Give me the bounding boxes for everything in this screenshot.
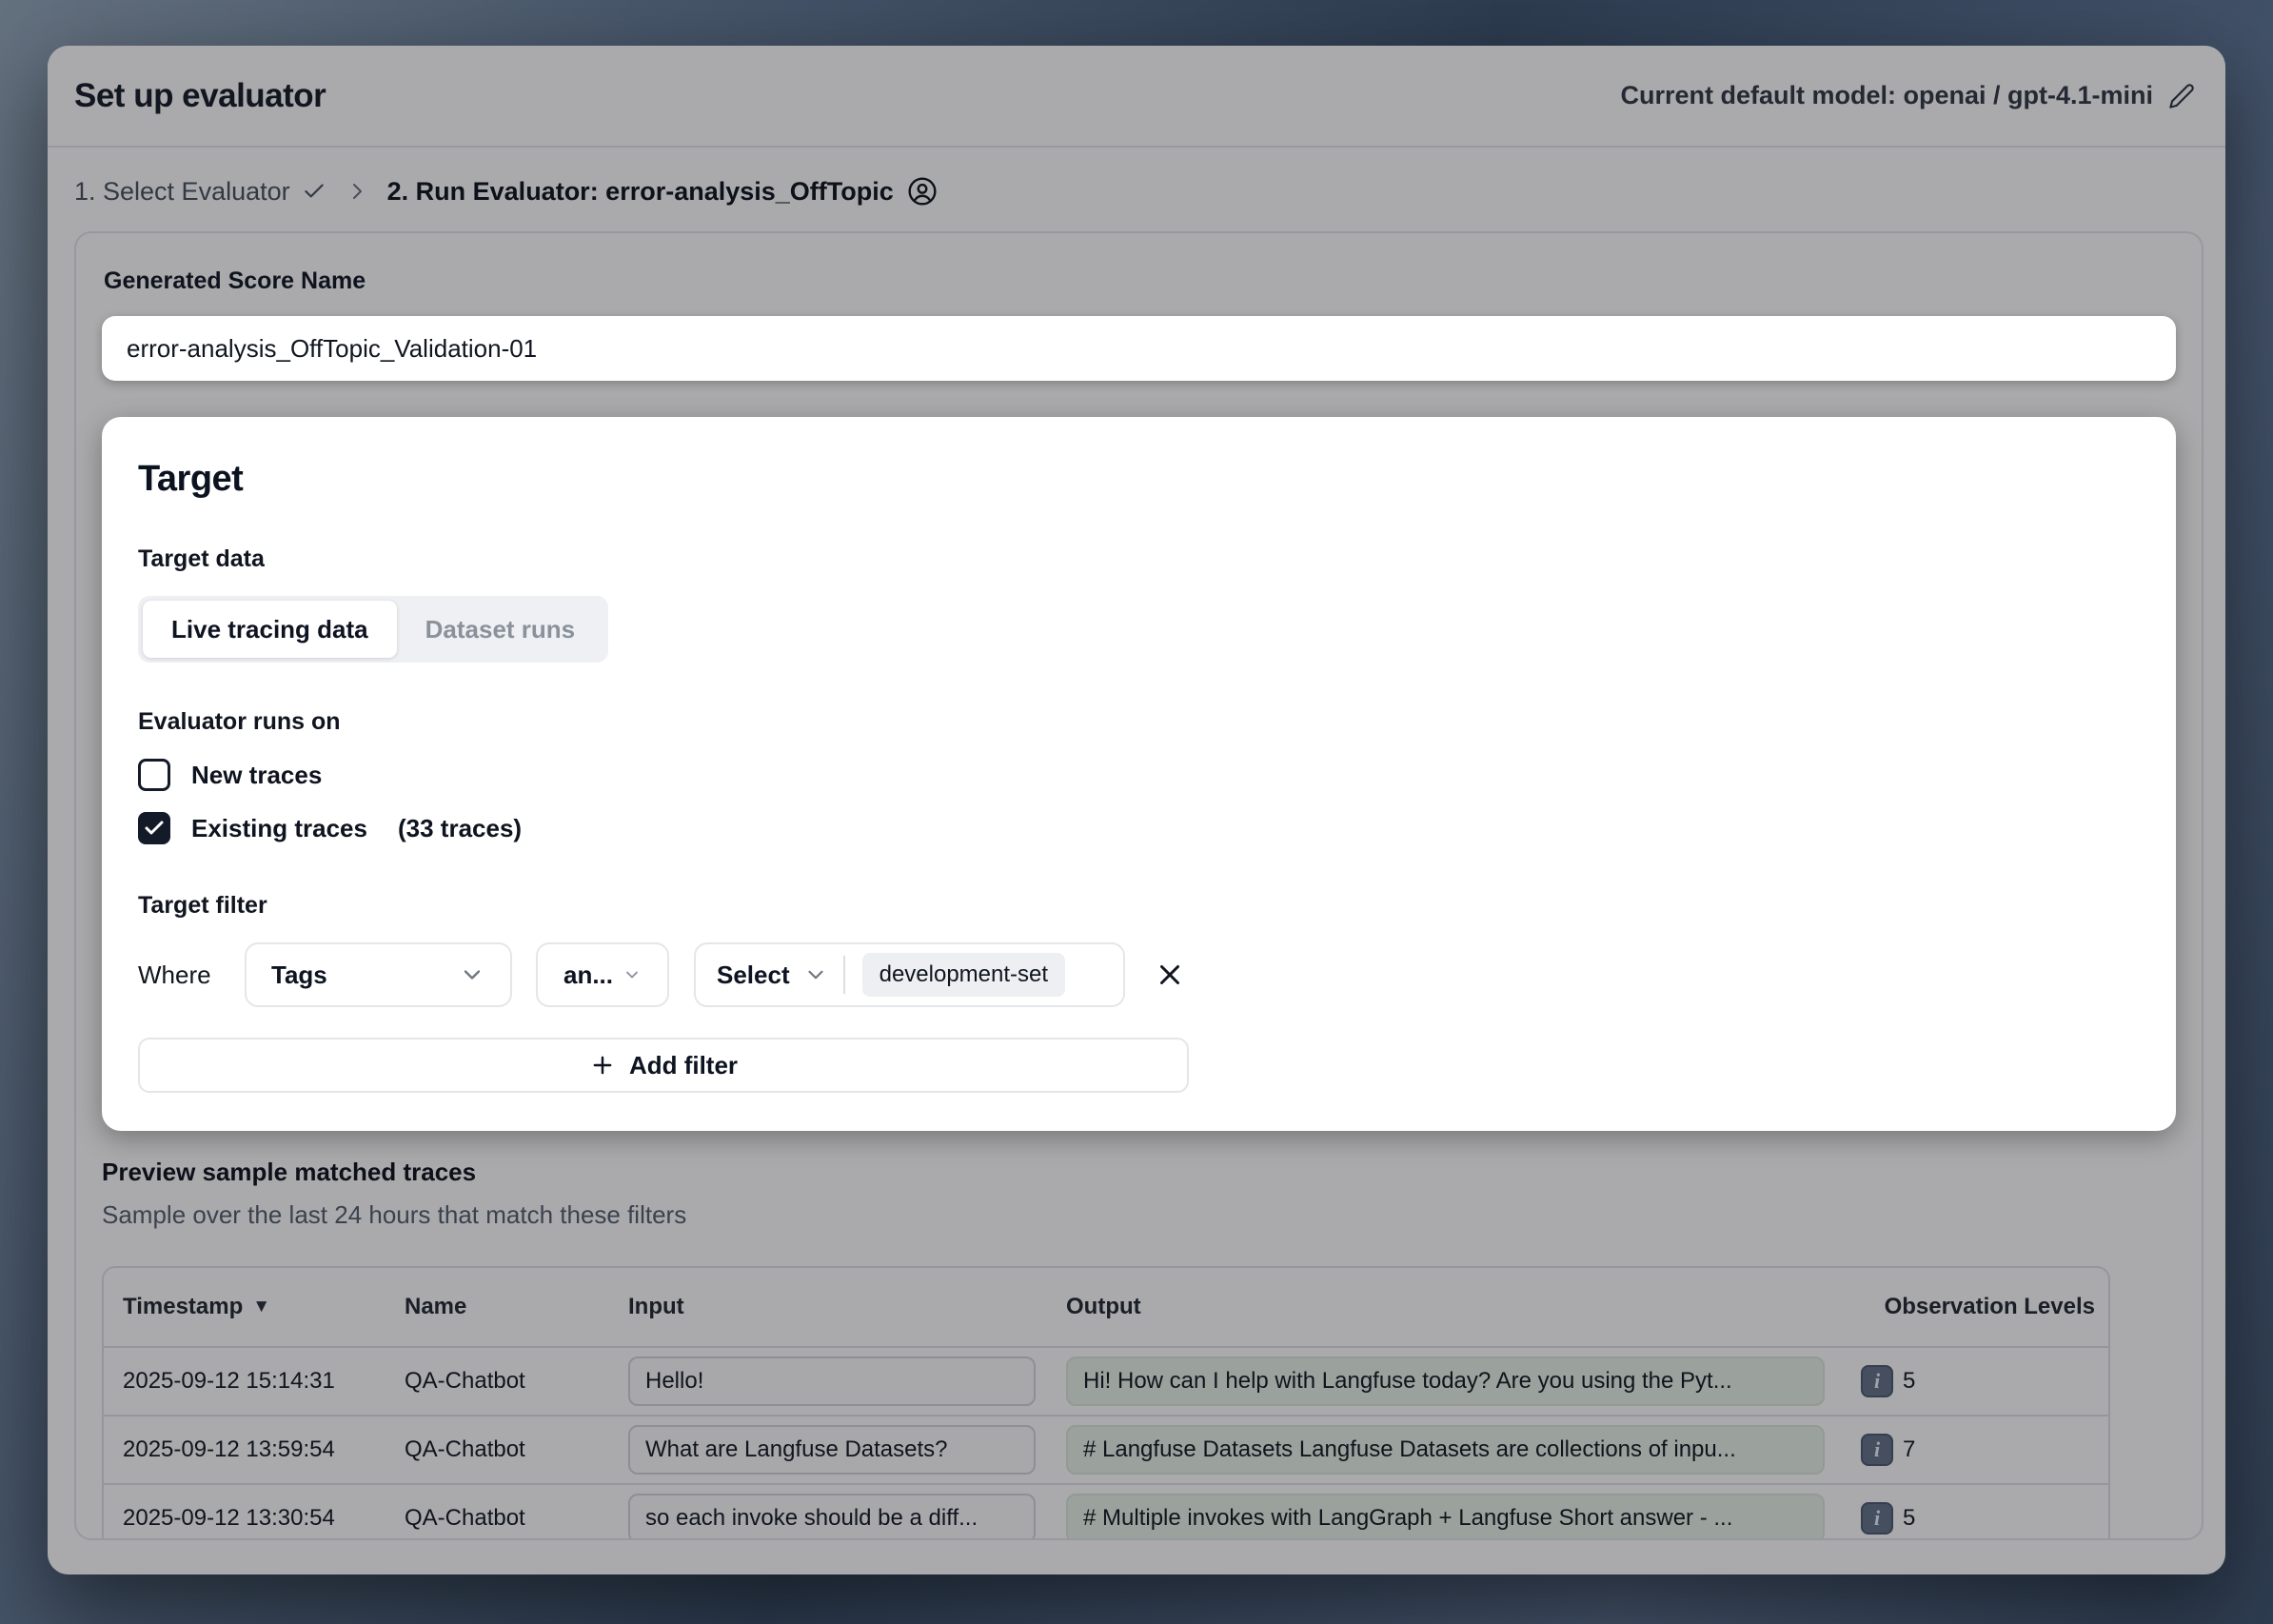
setup-evaluator-dialog: Set up evaluator Current default model: …	[48, 46, 2225, 1574]
cell-input: Hello!	[628, 1357, 1066, 1406]
cell-output: Hi! How can I help with Langfuse today? …	[1066, 1357, 1842, 1406]
filter-row: Where Tags an... Select	[138, 942, 2138, 1007]
target-card: Target Target data Live tracing data Dat…	[102, 417, 2176, 1131]
cell-input: What are Langfuse Datasets?	[628, 1425, 1066, 1475]
column-header-observation-levels[interactable]: Observation Levels	[1842, 1294, 2106, 1320]
chevron-down-icon	[803, 962, 828, 987]
cell-observation-levels: i 7	[1842, 1434, 2106, 1466]
input-preview-chip: What are Langfuse Datasets?	[628, 1425, 1036, 1475]
breadcrumb-step-2-label: 2. Run Evaluator: error-analysis_OffTopi…	[387, 177, 894, 207]
output-preview-chip: # Multiple invokes with LangGraph + Lang…	[1066, 1494, 1825, 1540]
input-preview-chip: so each invoke should be a diff...	[628, 1494, 1036, 1540]
cell-name: QA-Chatbot	[405, 1368, 628, 1395]
checkmark-icon	[143, 817, 166, 840]
divider	[843, 956, 845, 994]
table-header-row: Timestamp ▼ Name Input Output Observatio…	[104, 1268, 2108, 1348]
input-preview-chip: Hello!	[628, 1357, 1036, 1406]
dialog-title: Set up evaluator	[74, 77, 326, 115]
sort-descending-icon: ▼	[252, 1297, 270, 1317]
tab-live-tracing-data[interactable]: Live tracing data	[143, 601, 397, 658]
chevron-down-icon	[623, 965, 642, 984]
table-row[interactable]: 2025-09-12 13:30:54 QA-Chatbot so each i…	[104, 1485, 2108, 1540]
tab-dataset-runs[interactable]: Dataset runs	[397, 601, 604, 658]
cell-name: QA-Chatbot	[405, 1436, 628, 1463]
output-preview-chip: # Langfuse Datasets Langfuse Datasets ar…	[1066, 1425, 1825, 1475]
cell-name: QA-Chatbot	[405, 1505, 628, 1532]
where-label: Where	[138, 961, 245, 990]
close-x-icon	[1154, 959, 1186, 991]
info-level-badge-icon: i	[1861, 1434, 1893, 1466]
cell-input: so each invoke should be a diff...	[628, 1494, 1066, 1540]
add-filter-label: Add filter	[629, 1051, 738, 1080]
observation-count: 5	[1903, 1368, 1915, 1395]
target-filter-label: Target filter	[138, 892, 2138, 920]
option-new-traces: New traces	[138, 759, 2138, 791]
column-header-timestamp[interactable]: Timestamp ▼	[104, 1294, 405, 1320]
target-data-tabs: Live tracing data Dataset runs	[138, 596, 608, 663]
breadcrumb-step-1[interactable]: 1. Select Evaluator	[74, 177, 326, 207]
column-header-output[interactable]: Output	[1066, 1294, 1842, 1320]
cell-timestamp: 2025-09-12 13:30:54	[104, 1505, 405, 1532]
breadcrumb-step-2[interactable]: 2. Run Evaluator: error-analysis_OffTopi…	[387, 176, 938, 207]
preview-subtitle: Sample over the last 24 hours that match…	[102, 1200, 2176, 1230]
new-traces-label: New traces	[191, 761, 322, 790]
user-circle-icon	[907, 176, 938, 207]
filter-column-value: Tags	[271, 961, 327, 990]
column-header-input[interactable]: Input	[628, 1294, 1066, 1320]
table-row[interactable]: 2025-09-12 13:59:54 QA-Chatbot What are …	[104, 1416, 2108, 1485]
check-icon	[302, 179, 326, 204]
target-title: Target	[138, 459, 2138, 500]
default-model-info: Current default model: openai / gpt-4.1-…	[1620, 81, 2195, 110]
filter-column-dropdown[interactable]: Tags	[245, 942, 512, 1007]
observation-count: 5	[1903, 1505, 1915, 1532]
preview-title: Preview sample matched traces	[102, 1158, 2176, 1187]
existing-traces-label: Existing traces	[191, 814, 367, 843]
default-model-text: Current default model: openai / gpt-4.1-…	[1620, 81, 2153, 110]
cell-observation-levels: i 5	[1842, 1502, 2106, 1535]
output-preview-chip: Hi! How can I help with Langfuse today? …	[1066, 1357, 1825, 1406]
existing-traces-count: (33 traces)	[398, 814, 522, 843]
chevron-down-icon	[459, 961, 485, 988]
filter-operator-dropdown[interactable]: an...	[536, 942, 669, 1007]
cell-output: # Multiple invokes with LangGraph + Lang…	[1066, 1494, 1842, 1540]
filter-operator-value: an...	[563, 961, 613, 990]
generated-score-name-label: Generated Score Name	[104, 267, 2176, 295]
cell-observation-levels: i 5	[1842, 1365, 2106, 1397]
chevron-right-icon	[346, 180, 368, 203]
table-row[interactable]: 2025-09-12 15:14:31 QA-Chatbot Hello! Hi…	[104, 1348, 2108, 1416]
filter-value-placeholder: Select	[717, 961, 790, 990]
plus-icon	[589, 1052, 616, 1079]
target-data-label: Target data	[138, 545, 2138, 573]
column-header-name[interactable]: Name	[405, 1294, 628, 1320]
remove-filter-button[interactable]	[1150, 955, 1190, 995]
observation-count: 7	[1903, 1436, 1915, 1463]
existing-traces-checkbox[interactable]	[138, 812, 170, 844]
generated-score-name-input[interactable]: error-analysis_OffTopic_Validation-01	[102, 316, 2176, 381]
dialog-header: Set up evaluator Current default model: …	[48, 46, 2225, 148]
cell-timestamp: 2025-09-12 15:14:31	[104, 1368, 405, 1395]
edit-pencil-icon[interactable]	[2168, 83, 2195, 109]
filter-value-select[interactable]: Select development-set	[694, 942, 1125, 1007]
selected-value-chip[interactable]: development-set	[862, 953, 1065, 997]
cell-output: # Langfuse Datasets Langfuse Datasets ar…	[1066, 1425, 1842, 1475]
breadcrumb-step-1-label: 1. Select Evaluator	[74, 177, 290, 207]
matched-traces-table: Timestamp ▼ Name Input Output Observatio…	[102, 1266, 2110, 1540]
run-evaluator-panel: Generated Score Name error-analysis_OffT…	[74, 231, 2204, 1540]
add-filter-button[interactable]: Add filter	[138, 1038, 1189, 1093]
option-existing-traces: Existing traces (33 traces)	[138, 812, 2138, 844]
breadcrumb: 1. Select Evaluator 2. Run Evaluator: er…	[48, 148, 2225, 231]
evaluator-runs-on-label: Evaluator runs on	[138, 708, 2138, 736]
info-level-badge-icon: i	[1861, 1502, 1893, 1535]
cell-timestamp: 2025-09-12 13:59:54	[104, 1436, 405, 1463]
info-level-badge-icon: i	[1861, 1365, 1893, 1397]
new-traces-checkbox[interactable]	[138, 759, 170, 791]
